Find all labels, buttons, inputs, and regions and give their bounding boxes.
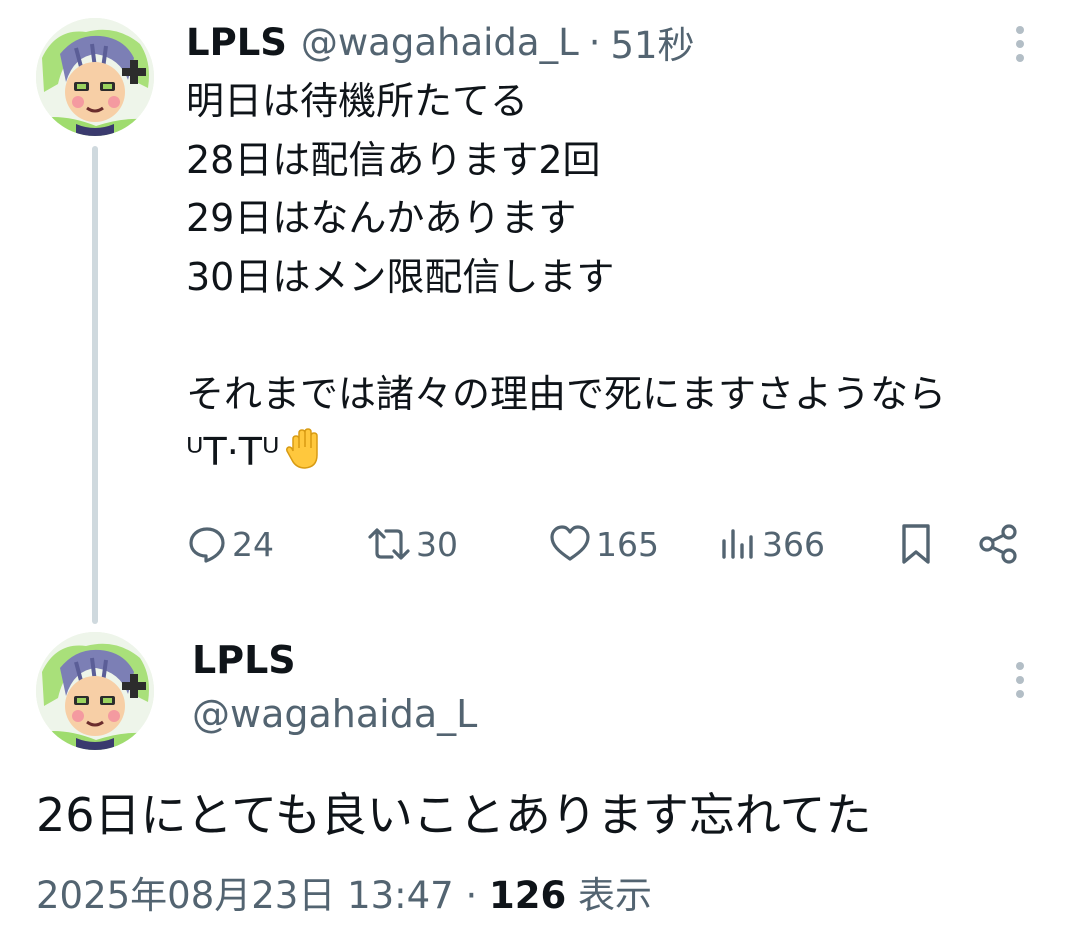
tweet-date[interactable]: 2025年08月23日 13:47 xyxy=(36,874,454,917)
retweet-icon xyxy=(366,523,412,565)
tweet-text-kaomoji: ᵁT·Tᵁ xyxy=(186,430,280,474)
views-label: 表示 xyxy=(578,874,653,917)
like-count: 165 xyxy=(596,524,659,564)
like-button[interactable]: 165 xyxy=(548,518,659,570)
heart-icon xyxy=(548,523,592,565)
bar-chart-icon xyxy=(718,523,758,565)
bookmark-button[interactable] xyxy=(896,518,936,570)
author-avatar[interactable] xyxy=(36,632,154,750)
tweet-action-bar: 24 30 165 366 xyxy=(186,518,1036,570)
author-name[interactable]: LPLS xyxy=(192,636,296,684)
tweet-header: LPLS @wagahaida_L · 51秒 xyxy=(186,14,695,70)
tweet-text-line-last: ᵁT·Tᵁ xyxy=(186,423,1046,482)
tweet-text-line: それまでは諸々の理由で死にますさようなら xyxy=(186,371,947,416)
author-name[interactable]: LPLS xyxy=(186,21,287,64)
more-options-button[interactable] xyxy=(1000,656,1040,704)
views-count: 366 xyxy=(762,524,825,564)
views-button[interactable]: 366 xyxy=(718,518,825,570)
tweet-text: 26日にとても良いことあります忘れてた xyxy=(36,788,872,842)
speech-bubble-icon xyxy=(186,523,228,565)
author-avatar[interactable] xyxy=(36,18,154,136)
thread-connector-line xyxy=(92,146,98,624)
tweet-text-line: 28日は配信あります2回 xyxy=(186,137,601,182)
tweet-text-line: 30日はメン限配信します xyxy=(186,254,615,299)
tweet-text: 明日は待機所たてる 28日は配信あります2回 29日はなんかあります 30日はメ… xyxy=(186,72,1046,482)
more-options-button[interactable] xyxy=(1000,20,1040,68)
separator-dot: · xyxy=(588,20,601,64)
retweet-count: 30 xyxy=(416,524,458,564)
bookmark-icon xyxy=(896,522,936,566)
share-icon xyxy=(976,522,1020,566)
author-handle[interactable]: @wagahaida_L xyxy=(192,690,477,738)
separator-dot: · xyxy=(465,874,478,917)
retweet-button[interactable]: 30 xyxy=(366,518,458,570)
reply-count: 24 xyxy=(232,524,274,564)
reply-button[interactable]: 24 xyxy=(186,518,274,570)
tweet-text-line: 明日は待機所たてる xyxy=(186,79,529,123)
tweet-timestamp[interactable]: 51秒 xyxy=(610,15,694,69)
share-button[interactable] xyxy=(976,518,1020,570)
tweet-meta: 2025年08月23日 13:47 · 126 表示 xyxy=(36,868,652,924)
author-handle[interactable]: @wagahaida_L xyxy=(301,21,579,64)
vertical-dots-icon xyxy=(1016,662,1024,670)
raised-hand-icon xyxy=(284,427,324,488)
tweet-text-line: 29日はなんかあります xyxy=(186,196,577,240)
views-count: 126 xyxy=(489,874,567,917)
vertical-dots-icon xyxy=(1016,26,1024,34)
tweet-text-line xyxy=(186,306,1046,365)
